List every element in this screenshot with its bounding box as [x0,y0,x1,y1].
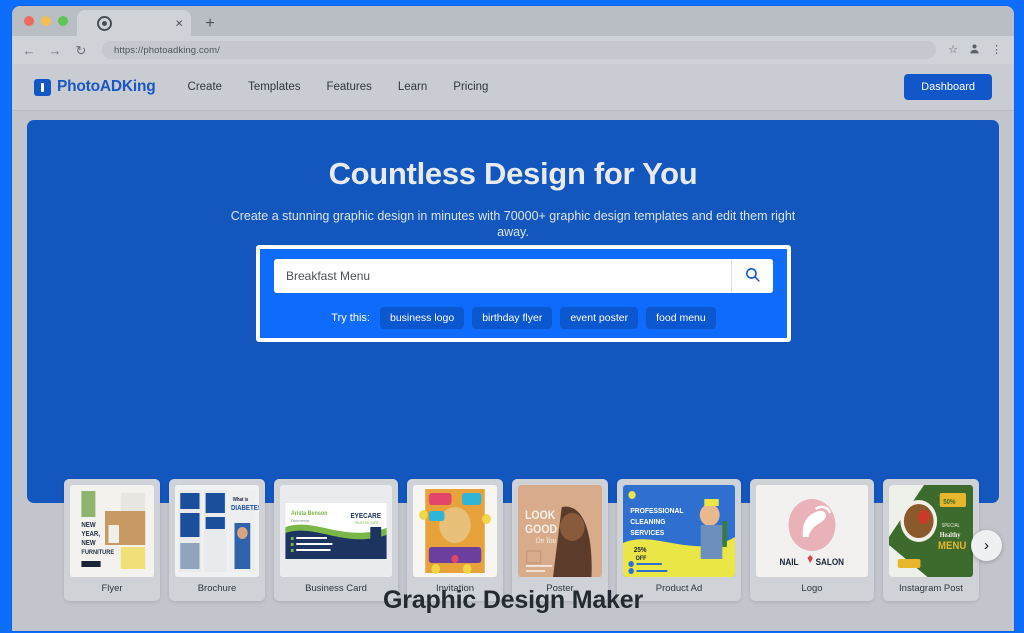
reload-icon[interactable]: ↻ [74,44,88,57]
address-bar-url: https://photoadking.com/ [114,44,220,56]
hero-subtitle: Create a stunning graphic design in minu… [230,209,796,239]
tab-close-icon[interactable]: × [175,17,183,30]
category-thumbnail: What is DIABETES? [175,485,259,577]
svg-text:SERVICES: SERVICES [630,529,664,537]
svg-text:DIABETES?: DIABETES? [231,505,259,512]
svg-text:OFF: OFF [636,556,647,562]
svg-text:YEAR,: YEAR, [81,531,100,538]
window-controls [20,6,77,36]
svg-text:EYECARE: EYECARE [350,513,381,520]
svg-text:Arista Benson: Arista Benson [291,511,328,517]
svg-text:SPECIAL: SPECIAL [942,523,961,528]
page-content: Countless Design for You Create a stunni… [12,111,1014,631]
svg-text:NAIL: NAIL [779,557,798,567]
svg-text:Healthy: Healthy [940,532,961,539]
nav-item-create[interactable]: Create [188,81,223,93]
suggestion-chip-birthday-flyer[interactable]: birthday flyer [472,307,553,329]
svg-text:GOOD: GOOD [525,523,557,536]
svg-text:SALON: SALON [816,557,844,567]
minimize-window-button[interactable] [41,16,51,26]
logo-mark-icon [34,78,51,96]
favicon-icon [97,15,112,31]
svg-text:FURNITURE: FURNITURE [81,549,114,556]
category-thumbnail: Arista Benson Optometrist EYECARE TRUSTE… [280,485,392,577]
search-panel: Try this: business logo birthday flyer e… [256,245,791,342]
browser-tab[interactable]: × [77,10,191,36]
browser-toolbar: ← → ↻ https://photoadking.com/ ☆ ⋮ [12,36,1014,64]
category-card-flyer[interactable]: NEW YEAR, NEW FURNITURE Flyer [64,479,160,601]
category-thumbnail: NAIL SALON [756,485,868,577]
category-card-product-ad[interactable]: PROFESSIONAL CLEANING SERVICES 25% OFF P… [617,479,741,601]
svg-text:NEW: NEW [81,540,96,547]
category-thumbnail [413,485,497,577]
nav-item-features[interactable]: Features [326,81,371,93]
browser-tab-strip: × + [12,6,1014,36]
search-button[interactable] [731,259,773,293]
search-icon [744,266,761,286]
svg-text:What is: What is [233,497,249,502]
profile-avatar-icon[interactable] [969,43,980,57]
svg-text:TRUSTED CARE: TRUSTED CARE [354,521,379,525]
browser-menu-icon[interactable]: ⋮ [991,44,1002,56]
graphic-design-maker-section: Graphic Design Maker Make professional g… [12,586,1014,631]
nav-item-templates[interactable]: Templates [248,81,300,93]
bookmark-star-icon[interactable]: ☆ [948,44,958,56]
category-card-business-card[interactable]: Arista Benson Optometrist EYECARE TRUSTE… [274,479,398,601]
search-row [274,259,773,293]
category-card-logo[interactable]: NAIL SALON Logo [750,479,874,601]
suggestion-chip-food-menu[interactable]: food menu [646,307,716,329]
svg-text:LOOK: LOOK [525,509,556,522]
back-icon[interactable]: ← [22,44,36,57]
category-card-poster[interactable]: LOOK GOOD On You Poster [512,479,608,601]
maximize-window-button[interactable] [58,16,68,26]
forward-icon[interactable]: → [48,44,62,57]
hero-title: Countless Design for You [328,156,698,191]
dashboard-button[interactable]: Dashboard [904,74,992,100]
hero-section: Countless Design for You Create a stunni… [27,120,999,503]
logo-text: PhotoADKing [57,78,156,95]
toolbar-actions: ☆ ⋮ [948,43,1004,57]
category-thumbnail: PROFESSIONAL CLEANING SERVICES 25% OFF [623,485,735,577]
screen: × + ← → ↻ https://photoadking.com/ ☆ ⋮ P… [0,0,1024,633]
suggestions-row: Try this: business logo birthday flyer e… [274,307,773,329]
category-card-invitation[interactable]: Invitation [407,479,503,601]
category-card-brochure[interactable]: What is DIABETES? Brochure [169,479,265,601]
site-logo[interactable]: PhotoADKing [34,78,156,96]
svg-text:MENU: MENU [938,540,966,552]
suggestion-chip-business-logo[interactable]: business logo [379,307,465,329]
suggestion-chip-event-poster[interactable]: event poster [560,307,639,329]
main-nav: Create Templates Features Learn Pricing [188,81,489,93]
section-title: Graphic Design Maker [383,586,643,614]
nav-item-pricing[interactable]: Pricing [453,81,488,93]
svg-text:PROFESSIONAL: PROFESSIONAL [630,507,684,515]
category-card-instagram-post[interactable]: 50% SPECIAL Healthy MENU Instagram Post [883,479,979,601]
svg-text:On You: On You [536,536,557,546]
nav-item-learn[interactable]: Learn [398,81,427,93]
carousel-next-button[interactable]: › [971,530,1002,561]
svg-text:50%: 50% [943,499,955,506]
template-category-carousel: NEW YEAR, NEW FURNITURE Flyer What is DI… [64,479,979,601]
svg-text:NEW: NEW [81,522,96,529]
svg-text:Optometrist: Optometrist [291,519,310,523]
svg-text:CLEANING: CLEANING [630,518,666,526]
category-thumbnail: LOOK GOOD On You [518,485,602,577]
browser-window: × + ← → ↻ https://photoadking.com/ ☆ ⋮ P… [12,6,1014,631]
try-this-label: Try this: [331,312,370,324]
category-thumbnail: 50% SPECIAL Healthy MENU [889,485,973,577]
site-header: PhotoADKing Create Templates Features Le… [12,64,1014,111]
category-thumbnail: NEW YEAR, NEW FURNITURE [70,485,154,577]
close-window-button[interactable] [24,16,34,26]
address-bar[interactable]: https://photoadking.com/ [102,41,937,59]
search-input[interactable] [274,259,731,293]
new-tab-button[interactable]: + [201,16,219,32]
svg-text:25%: 25% [634,547,647,554]
